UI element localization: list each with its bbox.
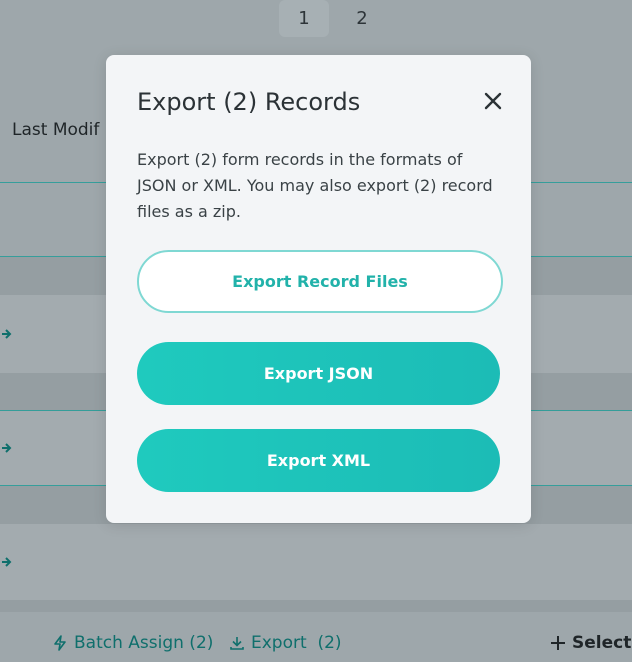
pagination: 1 2 <box>279 0 387 37</box>
export-button[interactable]: Export (2) <box>229 633 342 653</box>
export-json-button[interactable]: Export JSON <box>137 342 500 405</box>
page-background: 1 2 Last Modif Batch Assign (2) Export (… <box>0 0 632 662</box>
download-icon <box>230 637 244 650</box>
select-all-button[interactable]: Select A <box>550 633 632 653</box>
row-spacer <box>0 600 632 612</box>
export-record-files-button[interactable]: Export Record Files <box>137 250 503 313</box>
arrow-right-icon[interactable] <box>0 326 12 342</box>
select-all-label: Select A <box>572 633 632 653</box>
batch-assign-button[interactable]: Batch Assign (2) <box>52 633 213 653</box>
arrow-right-icon[interactable] <box>0 440 12 456</box>
close-icon[interactable] <box>483 91 503 111</box>
modal-description: Export (2) form records in the formats o… <box>137 150 493 221</box>
export-modal: Export (2) Records Export (2) form recor… <box>106 55 531 523</box>
export-xml-button[interactable]: Export XML <box>137 429 500 492</box>
batch-assign-label: Batch Assign (2) <box>74 633 214 653</box>
arrow-right-icon[interactable] <box>0 554 12 570</box>
page-button-2[interactable]: 2 <box>337 0 387 37</box>
table-row[interactable] <box>0 524 632 600</box>
lightning-icon <box>54 635 66 651</box>
plus-icon <box>551 636 565 650</box>
column-header-last-modified[interactable]: Last Modif <box>12 120 99 140</box>
page-button-1[interactable]: 1 <box>279 0 329 37</box>
modal-title: Export (2) Records <box>137 88 361 116</box>
export-label: Export (2) <box>251 633 342 653</box>
